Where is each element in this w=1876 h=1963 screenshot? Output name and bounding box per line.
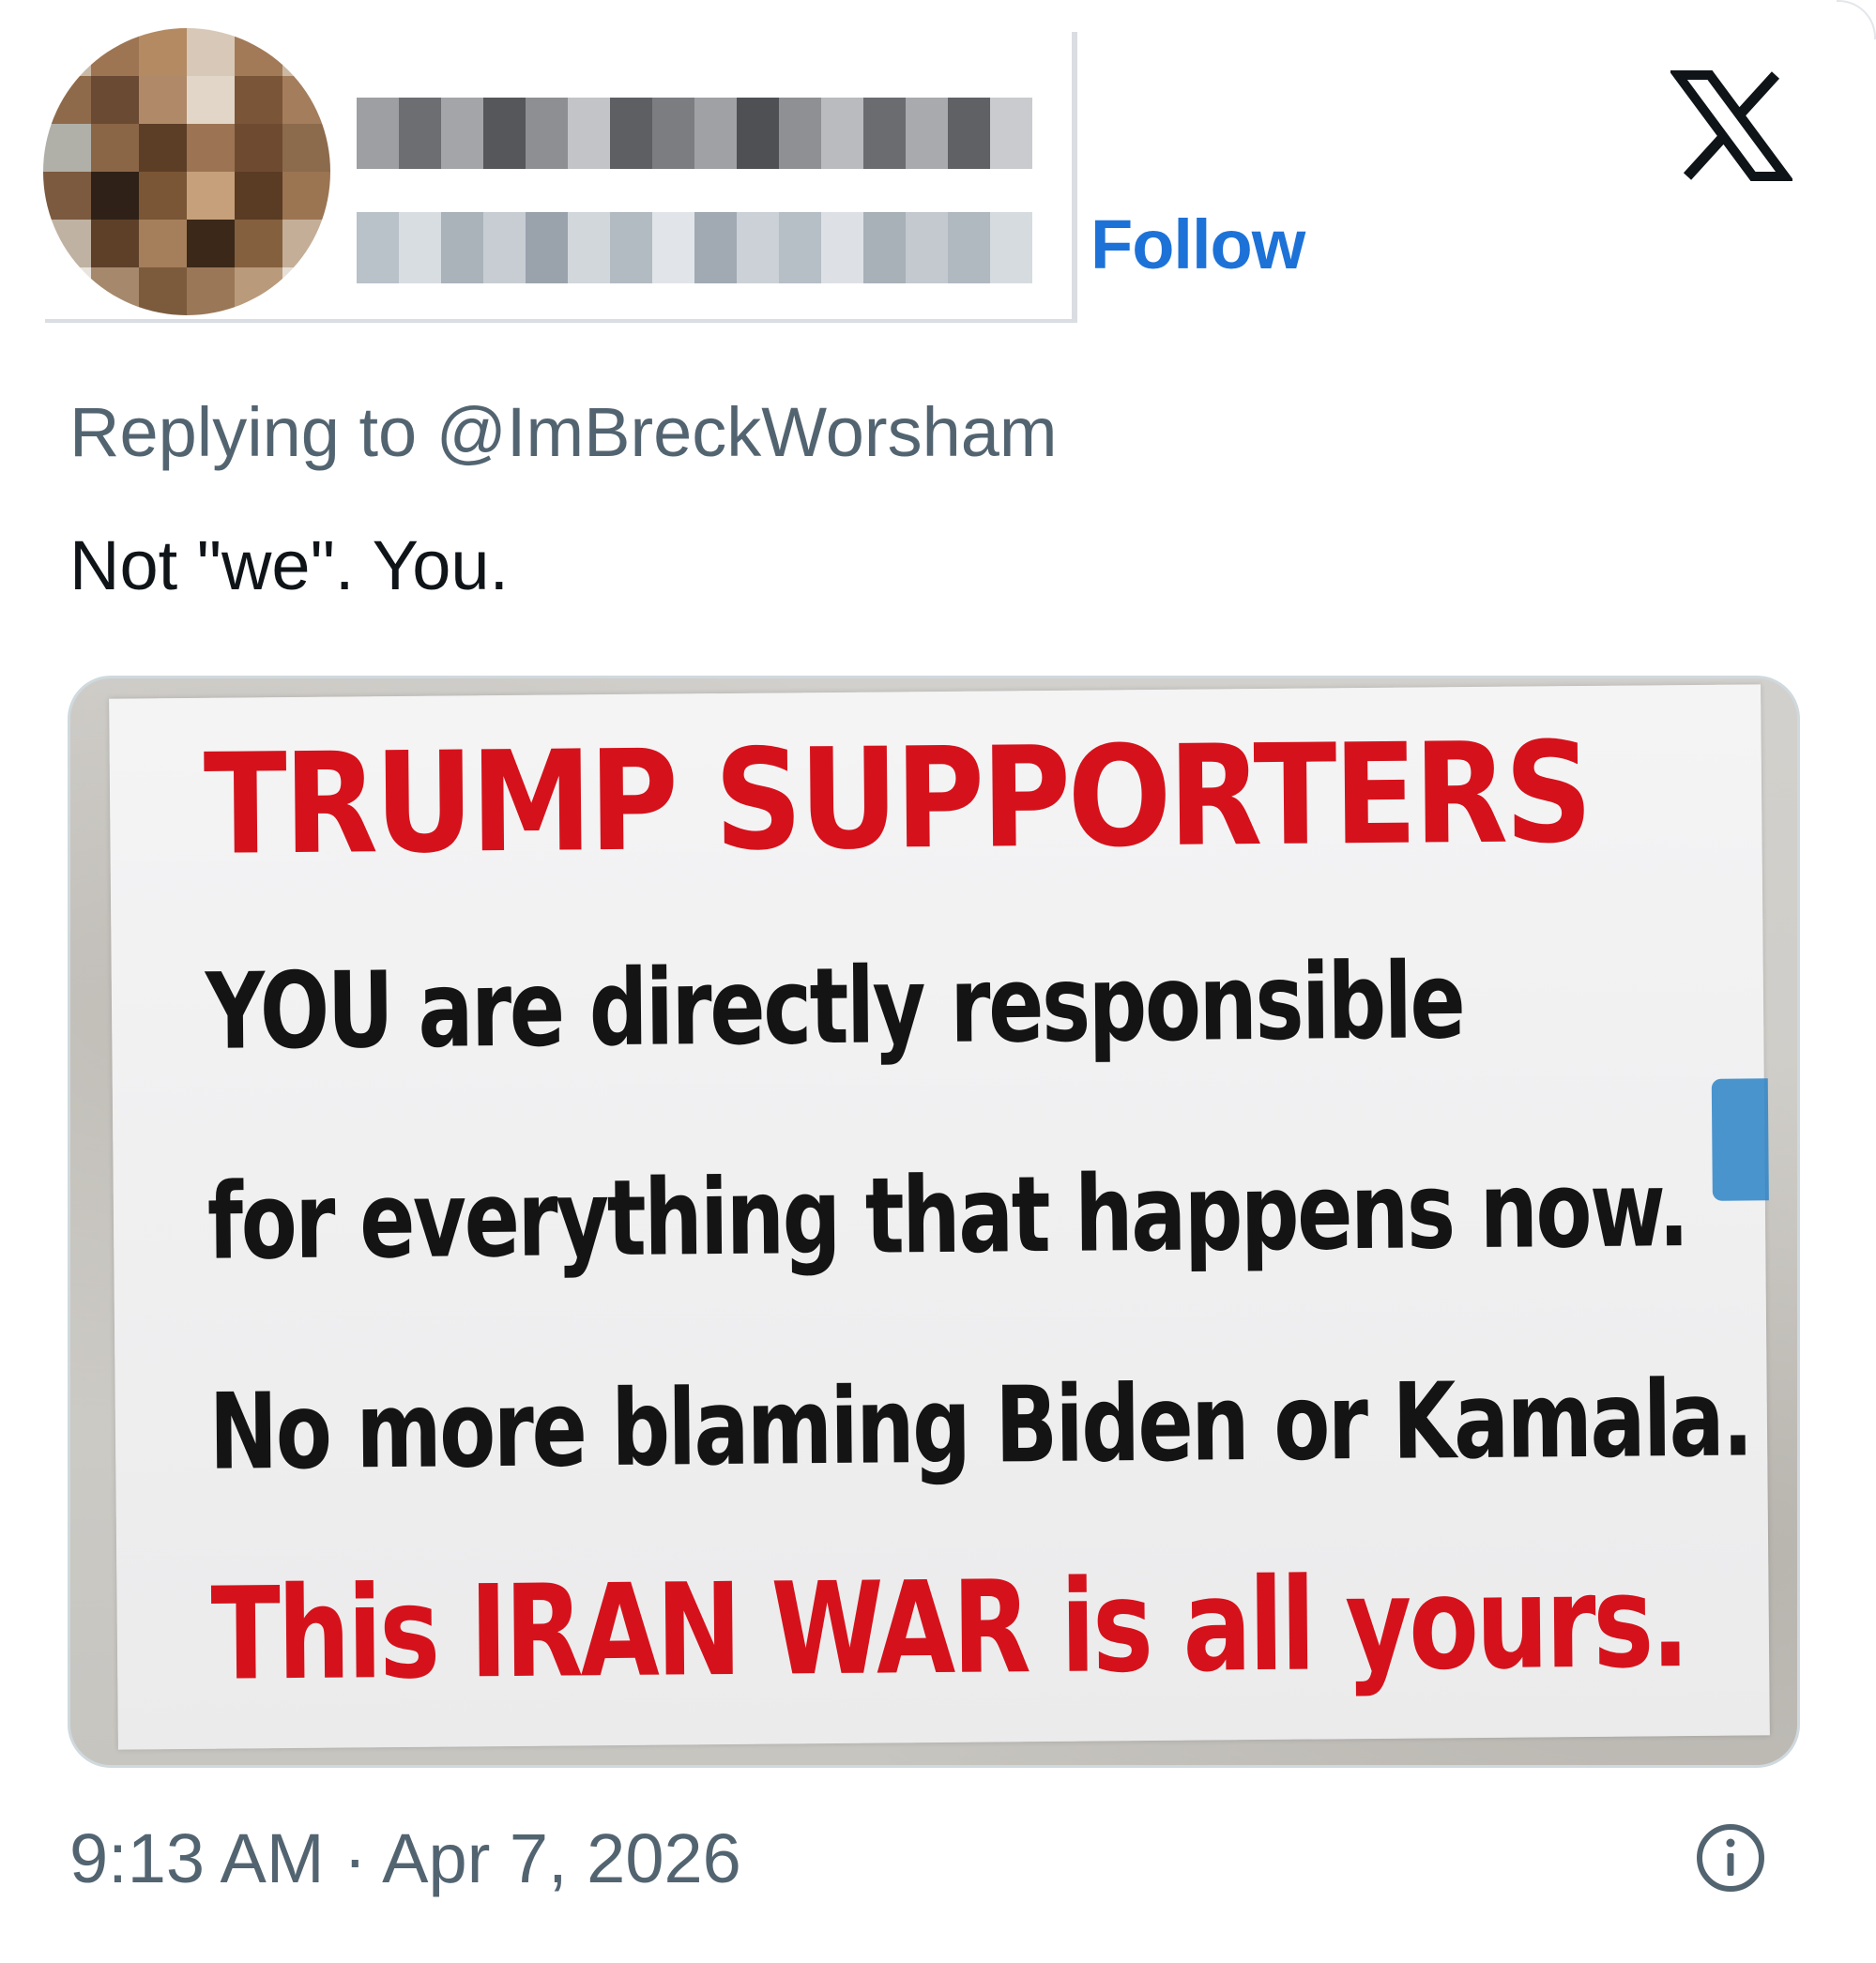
reply-context-label: Replying to [69,393,436,471]
sign-line-3: for everything that happens now. [206,1149,1688,1284]
reply-context: Replying to @ImBreckWorsham [69,392,1058,472]
tweet-card: Follow Replying to @ImBreckWorsham Not "… [0,0,1876,1963]
blue-tape [1711,1078,1769,1201]
card-border [1837,0,1876,39]
tweet-timestamp-link[interactable]: 9:13 AM · Apr 7, 2026 [69,1818,741,1898]
username-redacted[interactable] [357,212,1032,283]
follow-button[interactable]: Follow [1091,205,1305,284]
sign-line-closing: This IRAN WAR is all yours. [210,1548,1687,1710]
avatar[interactable] [43,28,330,315]
sign-line-2: YOU are directly responsible [205,940,1464,1073]
info-icon[interactable] [1695,1822,1766,1894]
x-logo-icon[interactable] [1670,69,1792,182]
tweet-text: Not "we". You. [69,526,510,604]
reply-to-handle-link[interactable]: @ImBreckWorsham [436,393,1058,471]
tweet-media-image[interactable]: TRUMP SUPPORTERS YOU are directly respon… [68,676,1800,1768]
protest-sign: TRUMP SUPPORTERS YOU are directly respon… [109,684,1770,1750]
sign-line-4: No more blaming Biden or Kamala. [208,1358,1752,1494]
sign-line-headline: TRUMP SUPPORTERS [203,711,1591,886]
display-name-redacted[interactable] [357,98,1032,169]
